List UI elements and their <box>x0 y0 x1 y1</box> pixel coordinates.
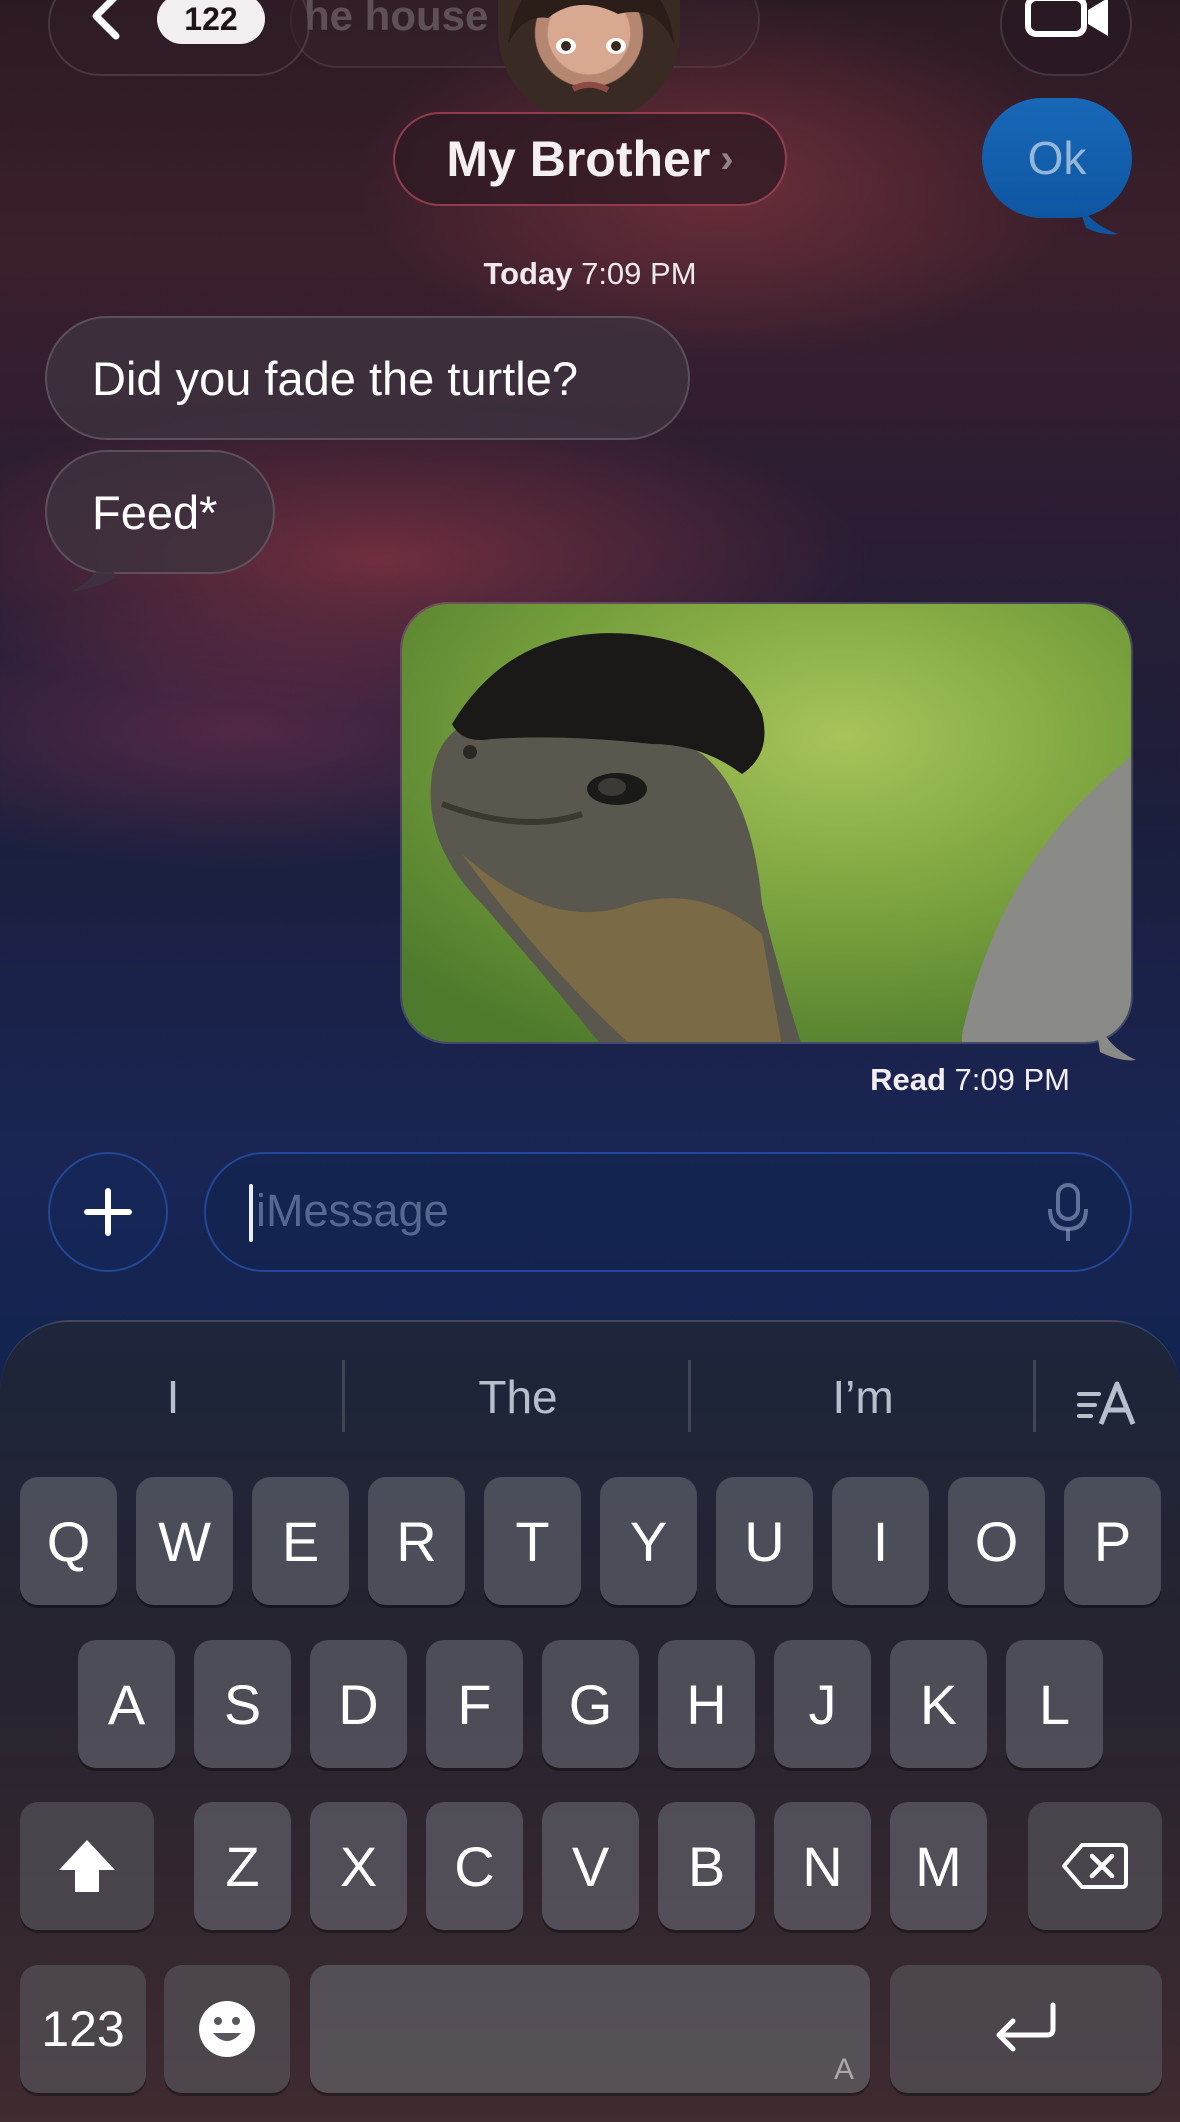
key-h[interactable]: H <box>658 1640 755 1768</box>
video-camera-icon <box>1025 0 1108 37</box>
key-i[interactable]: I <box>832 1477 929 1605</box>
contact-avatar[interactable] <box>498 0 680 122</box>
message-placeholder: iMessage <box>256 1185 449 1236</box>
key-f[interactable]: F <box>426 1640 523 1768</box>
suggestion-divider <box>688 1360 691 1432</box>
suggestion-divider <box>342 1360 345 1432</box>
sent-image-message[interactable] <box>400 602 1133 1044</box>
return-icon <box>996 2002 1056 2052</box>
key-d[interactable]: D <box>310 1640 407 1768</box>
received-message-text: Did you fade the turtle? <box>92 351 578 405</box>
key-j[interactable]: J <box>774 1640 871 1768</box>
add-attachment-button[interactable] <box>48 1152 168 1272</box>
key-o[interactable]: O <box>948 1477 1045 1605</box>
key-k[interactable]: K <box>890 1640 987 1768</box>
microphone-icon[interactable] <box>1046 1183 1090 1243</box>
contact-name: My Brother <box>446 131 711 187</box>
received-message-bubble[interactable]: Did you fade the turtle? <box>45 316 690 440</box>
suggestion-item[interactable]: I’m <box>750 1370 976 1424</box>
key-n[interactable]: N <box>774 1802 871 1930</box>
key-v[interactable]: V <box>542 1802 639 1930</box>
key-r[interactable]: R <box>368 1477 465 1605</box>
read-receipt: Read 7:09 PM <box>870 1062 1070 1097</box>
key-y[interactable]: Y <box>600 1477 697 1605</box>
key-x[interactable]: X <box>310 1802 407 1930</box>
key-c[interactable]: C <box>426 1802 523 1930</box>
key-b[interactable]: B <box>658 1802 755 1930</box>
key-e[interactable]: E <box>252 1477 349 1605</box>
plus-icon <box>84 1188 132 1236</box>
space-key-hint: A <box>833 2053 854 2086</box>
key-p[interactable]: P <box>1064 1477 1161 1605</box>
bubble-tail <box>1094 1012 1136 1061</box>
avatar-photo <box>508 0 674 93</box>
video-call-button[interactable] <box>1000 0 1132 76</box>
emoji-key[interactable] <box>164 1965 290 2093</box>
key-z[interactable]: Z <box>194 1802 291 1930</box>
delete-key[interactable] <box>1028 1802 1162 1930</box>
shift-icon <box>59 1840 115 1892</box>
shift-key[interactable] <box>20 1802 154 1930</box>
text-format-icon[interactable] <box>1075 1380 1139 1430</box>
space-key[interactable]: A <box>310 1965 870 2093</box>
chevron-right-icon: › <box>720 136 734 181</box>
bubble-tail <box>70 548 116 592</box>
numbers-key[interactable]: 123 <box>20 1965 146 2093</box>
key-w[interactable]: W <box>136 1477 233 1605</box>
suggestion-item[interactable]: I <box>60 1370 286 1424</box>
contact-name-button[interactable]: My Brother › <box>393 112 787 206</box>
text-cursor <box>249 1184 253 1242</box>
chevron-left-icon <box>92 0 120 40</box>
emoji-icon <box>199 2001 255 2057</box>
key-m[interactable]: M <box>890 1802 987 1930</box>
key-q[interactable]: Q <box>20 1477 117 1605</box>
bubble-tail <box>1074 192 1118 235</box>
key-s[interactable]: S <box>194 1640 291 1768</box>
unread-badge: 122 <box>157 0 265 44</box>
key-t[interactable]: T <box>484 1477 581 1605</box>
received-message-text: Feed* <box>92 485 218 539</box>
conversation-timestamp: Today 7:09 PM <box>483 256 697 291</box>
suggestion-item[interactable]: The <box>405 1370 631 1424</box>
key-g[interactable]: G <box>542 1640 639 1768</box>
turtle-photo <box>402 604 1131 1042</box>
key-l[interactable]: L <box>1006 1640 1103 1768</box>
sent-message-text: Ok <box>1027 132 1087 184</box>
delete-icon <box>1062 1843 1128 1889</box>
key-u[interactable]: U <box>716 1477 813 1605</box>
key-a[interactable]: A <box>78 1640 175 1768</box>
suggestion-divider <box>1033 1360 1036 1432</box>
return-key[interactable] <box>890 1965 1162 2093</box>
